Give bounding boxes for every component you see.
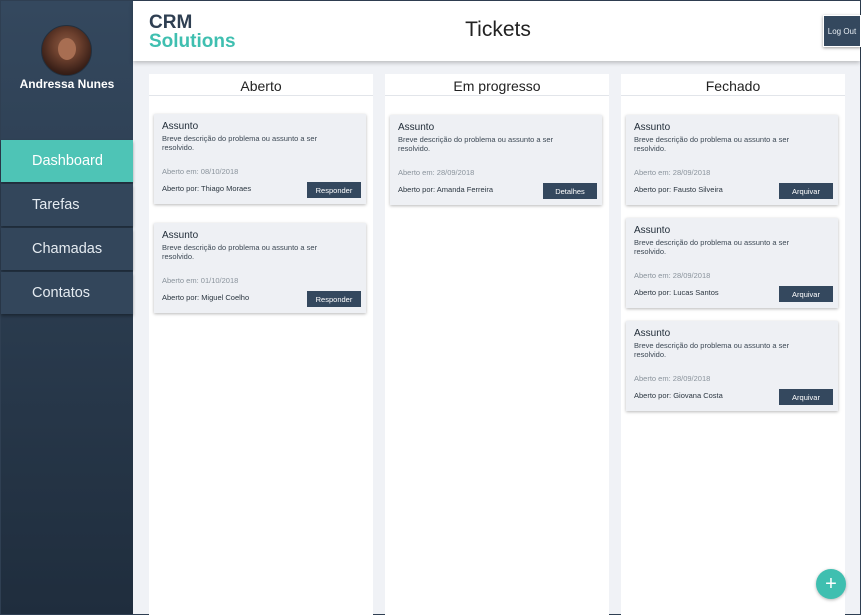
ticket-subject: Assunto xyxy=(634,225,671,236)
ticket-date: Aberto em: 08/10/2018 xyxy=(162,167,239,176)
page-title: Tickets xyxy=(465,18,531,41)
app: Andressa Nunes Dashboard Tarefas Chamada… xyxy=(0,0,861,615)
ticket-subject: Assunto xyxy=(162,121,199,132)
user-profile: Andressa Nunes xyxy=(1,1,133,97)
ticket-author: Aberto por: Thiago Moraes xyxy=(162,184,252,193)
ticket-subject: Assunto xyxy=(162,230,199,241)
responder-button[interactable]: Responder xyxy=(307,291,361,307)
detalhes-button[interactable]: Detalhes xyxy=(543,183,597,199)
ticket-subject: Assunto xyxy=(634,122,671,133)
ticket-description: Breve descrição do problema ou assunto a… xyxy=(162,134,318,152)
sidebar-item-contatos[interactable]: Contatos xyxy=(1,272,133,314)
ticket-author: Aberto por: Giovana Costa xyxy=(634,391,723,400)
ticket-subject: Assunto xyxy=(634,328,671,339)
ticket-description: Breve descrição do problema ou assunto a… xyxy=(634,341,790,359)
arquivar-button[interactable]: Arquivar xyxy=(779,286,833,302)
ticket-author: Aberto por: Fausto Silveira xyxy=(634,185,723,194)
add-ticket-button[interactable]: + xyxy=(816,569,846,599)
column-title: Fechado xyxy=(621,74,845,96)
ticket-date: Aberto em: 28/09/2018 xyxy=(634,374,711,383)
sidebar-nav: Dashboard Tarefas Chamadas Contatos xyxy=(1,140,133,316)
user-name: Andressa Nunes xyxy=(19,77,115,91)
column-title: Em progresso xyxy=(385,74,609,96)
ticket-card: Assunto Breve descrição do problema ou a… xyxy=(390,115,602,205)
sidebar: Andressa Nunes Dashboard Tarefas Chamada… xyxy=(1,1,133,614)
ticket-card: Assunto Breve descrição do problema ou a… xyxy=(626,218,838,308)
ticket-description: Breve descrição do problema ou assunto a… xyxy=(398,135,554,153)
arquivar-button[interactable]: Arquivar xyxy=(779,183,833,199)
sidebar-item-dashboard[interactable]: Dashboard xyxy=(1,140,133,182)
ticket-card: Assunto Breve descrição do problema ou a… xyxy=(626,115,838,205)
sidebar-item-tarefas[interactable]: Tarefas xyxy=(1,184,133,226)
ticket-date: Aberto em: 01/10/2018 xyxy=(162,276,239,285)
column-em-progresso: Em progresso Assunto Breve descrição do … xyxy=(385,74,609,615)
ticket-card: Assunto Breve descrição do problema ou a… xyxy=(626,321,838,411)
column-aberto: Aberto Assunto Breve descrição do proble… xyxy=(149,74,373,615)
sidebar-item-chamadas[interactable]: Chamadas xyxy=(1,228,133,270)
ticket-date: Aberto em: 28/09/2018 xyxy=(634,271,711,280)
plus-icon: + xyxy=(825,572,837,595)
ticket-card: Assunto Breve descrição do problema ou a… xyxy=(154,223,366,313)
ticket-date: Aberto em: 28/09/2018 xyxy=(634,168,711,177)
column-fechado: Fechado Assunto Breve descrição do probl… xyxy=(621,74,845,615)
ticket-author: Aberto por: Miguel Coelho xyxy=(162,293,250,302)
ticket-description: Breve descrição do problema ou assunto a… xyxy=(634,238,790,256)
responder-button[interactable]: Responder xyxy=(307,182,361,198)
header: CRM Solutions Tickets Log Out xyxy=(133,1,861,61)
logout-button[interactable]: Log Out xyxy=(823,15,861,47)
ticket-date: Aberto em: 28/09/2018 xyxy=(398,168,475,177)
column-title: Aberto xyxy=(149,74,373,96)
ticket-author: Aberto por: Lucas Santos xyxy=(634,288,719,297)
ticket-description: Breve descrição do problema ou assunto a… xyxy=(634,135,790,153)
ticket-description: Breve descrição do problema ou assunto a… xyxy=(162,243,318,261)
ticket-author: Aberto por: Amanda Ferreira xyxy=(398,185,494,194)
arquivar-button[interactable]: Arquivar xyxy=(779,389,833,405)
avatar[interactable] xyxy=(41,25,92,76)
ticket-subject: Assunto xyxy=(398,122,435,133)
ticket-card: Assunto Breve descrição do problema ou a… xyxy=(154,114,366,204)
